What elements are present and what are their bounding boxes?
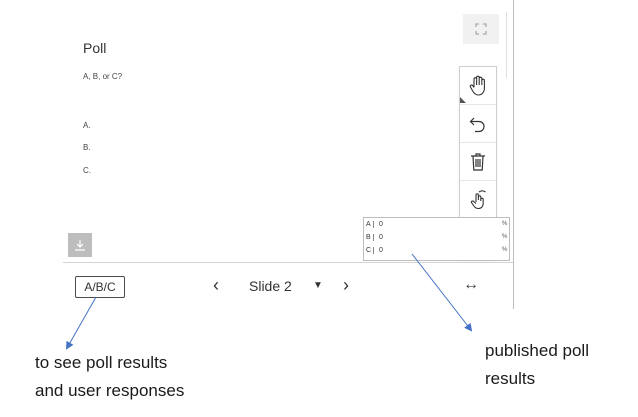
result-row-b: B0 [366, 233, 383, 241]
download-button[interactable] [68, 233, 92, 257]
scrollbar[interactable] [506, 12, 514, 78]
slide-dropdown-caret-icon[interactable]: ▼ [313, 280, 323, 291]
tool-corner-indicator [460, 97, 466, 103]
hand-tool-button[interactable] [460, 67, 496, 105]
presentation-viewer: Poll A, B, or C? A. B. C. A 0 % B 0 % C … [63, 0, 514, 309]
clear-button[interactable] [460, 143, 496, 181]
slide-selector[interactable]: Slide 2 [249, 278, 292, 294]
previous-slide-button[interactable]: ‹ [213, 275, 219, 295]
trash-icon [471, 152, 485, 171]
poll-option-c: C. [83, 166, 91, 175]
poll-results-button[interactable]: A/B/C [75, 276, 125, 298]
annotation-left-line1: to see poll results [35, 353, 168, 372]
expand-button[interactable] [463, 14, 499, 44]
result-pct-b: % [502, 234, 508, 240]
undo-icon [469, 117, 485, 132]
slide-navigation-bar: A/B/C ‹ Slide 2 ▼ › ↔ [63, 262, 513, 309]
undo-button[interactable] [460, 105, 496, 143]
annotation-left-line2: and user responses [35, 381, 185, 400]
download-icon [75, 240, 85, 251]
poll-question: A, B, or C? [83, 72, 123, 81]
result-row-a: A0 [366, 220, 383, 228]
expand-icon [475, 23, 487, 35]
annotation-right-line1: published poll [485, 341, 589, 360]
result-pct-a: % [502, 221, 508, 227]
swipe-gesture-icon [470, 189, 486, 209]
poll-option-a: A. [83, 121, 91, 130]
slide-canvas: Poll A, B, or C? A. B. C. A 0 % B 0 % C … [63, 0, 513, 262]
annotation-right-line2: results [485, 369, 536, 388]
next-slide-button[interactable]: › [343, 275, 349, 295]
published-poll-results: A0 % B0 % C0 % [363, 217, 510, 261]
fit-width-button[interactable]: ↔ [463, 276, 479, 294]
result-row-c: C0 [366, 246, 383, 254]
hand-icon [469, 75, 485, 96]
poll-title: Poll [83, 40, 107, 56]
gesture-tool-button[interactable] [460, 181, 496, 219]
result-pct-c: % [502, 247, 508, 253]
poll-option-b: B. [83, 143, 91, 152]
